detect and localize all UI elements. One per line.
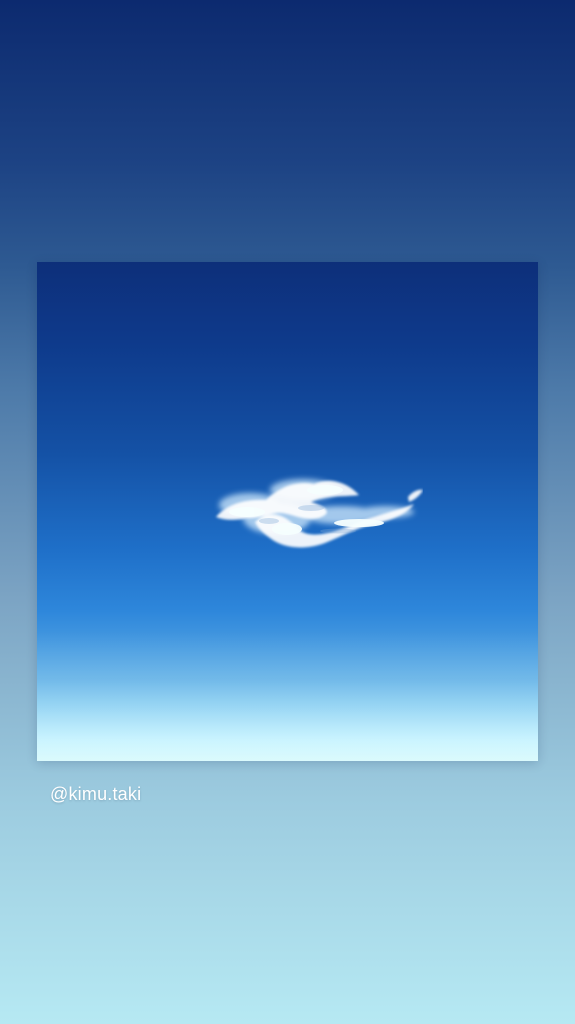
sky-photo: [37, 262, 538, 761]
horizon-glow: [37, 631, 538, 761]
cloud-graphic: [216, 479, 423, 548]
photo-credit-handle: @kimu.taki: [50, 784, 142, 804]
